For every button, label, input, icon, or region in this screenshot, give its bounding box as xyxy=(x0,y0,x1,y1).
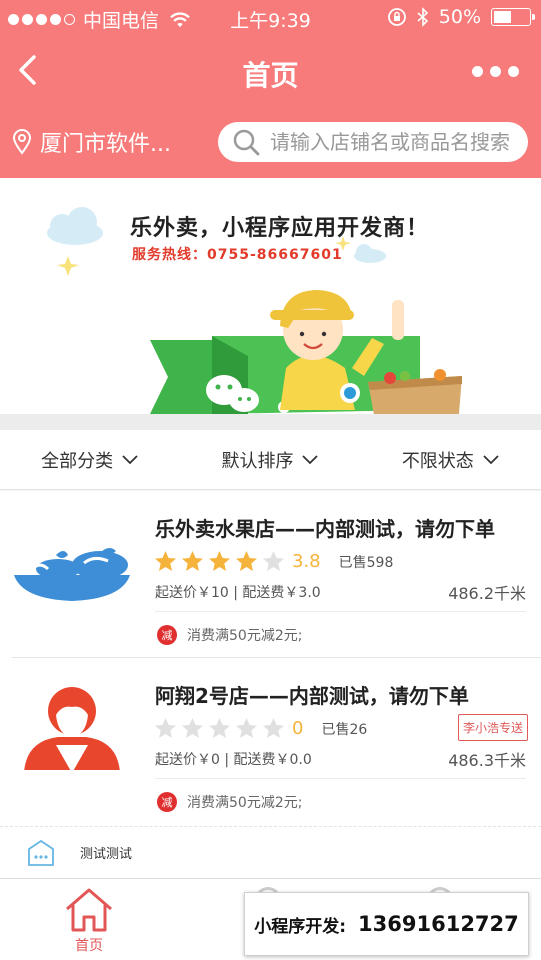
shop-card[interactable]: 阿翔2号店——内部测试，请勿下单 0 已售26 李小浩专送 起送价￥0 | 配送… xyxy=(0,658,541,826)
nav-bar: 首页 xyxy=(0,36,541,106)
tab-home-label: 首页 xyxy=(75,938,103,954)
rating-score: 0 xyxy=(292,718,304,739)
filter-label: 不限状态 xyxy=(401,450,474,472)
star-icon xyxy=(236,718,257,738)
contact-label: 小程序开发: xyxy=(254,916,347,937)
search-box[interactable] xyxy=(218,122,528,162)
avatar-icon xyxy=(24,687,120,770)
shop-icon xyxy=(28,839,54,866)
shop-promo: 减 消费满50元减2元; xyxy=(157,625,302,645)
discount-badge-icon: 减 xyxy=(157,625,177,645)
star-icon xyxy=(209,718,230,738)
sold-count: 已售26 xyxy=(321,721,368,738)
delivery-fees: 起送价￥0 | 配送费￥0.0 xyxy=(155,752,312,768)
location-label: 厦门市软件... xyxy=(40,132,171,157)
bluetooth-icon xyxy=(417,7,428,27)
notice-text: 测试测试 xyxy=(80,847,133,862)
promo-text: 消费满50元减2元; xyxy=(187,628,303,644)
star-icon xyxy=(182,551,203,571)
notice-row[interactable]: 测试测试 xyxy=(0,826,541,878)
divider xyxy=(155,778,526,779)
banner-floor xyxy=(0,414,541,430)
shop-name[interactable]: 乐外卖水果店——内部测试，请勿下单 xyxy=(155,513,495,542)
status-bar: 中国电信 上午9:39 50% xyxy=(0,0,541,36)
star-rating xyxy=(153,549,286,574)
shop-promo: 减 消费满50元减2元; xyxy=(157,792,302,812)
filter-sort[interactable]: 默认排序 xyxy=(180,430,360,489)
star-icon xyxy=(236,551,257,571)
contact-phone: 13691612727 xyxy=(358,912,519,936)
shop-card[interactable]: 乐外卖水果店——内部测试，请勿下单 3.8 已售598 起送价￥10 | 配送费… xyxy=(0,491,541,659)
developer-contact-box: 小程序开发: 13691612727 xyxy=(244,892,529,956)
chevron-down-icon xyxy=(302,454,319,464)
status-right: 50% xyxy=(387,6,535,28)
battery-percent: 50% xyxy=(438,6,481,28)
star-icon xyxy=(155,718,176,738)
search-input[interactable] xyxy=(270,130,520,154)
promo-text: 消费满50元减2元; xyxy=(187,795,303,811)
fruit-bowl-icon xyxy=(14,548,130,601)
star-icon xyxy=(209,551,230,571)
location-search-bar: 厦门市软件... xyxy=(0,106,541,178)
star-rating xyxy=(153,716,286,741)
rating-score: 3.8 xyxy=(292,551,321,572)
star-icon xyxy=(263,551,284,571)
delivery-fees: 起送价￥10 | 配送费￥3.0 xyxy=(155,585,321,601)
shop-distance: 486.3千米 xyxy=(448,751,526,770)
delivery-badge: 李小浩专送 xyxy=(457,714,528,741)
more-icon[interactable] xyxy=(472,66,519,77)
chevron-down-icon xyxy=(483,454,499,464)
search-icon xyxy=(233,129,260,156)
star-icon xyxy=(182,718,203,738)
filter-category[interactable]: 全部分类 xyxy=(0,430,180,489)
star-icon xyxy=(263,718,284,738)
location-pin-icon xyxy=(12,129,32,155)
filter-bar: 全部分类 默认排序 不限状态 xyxy=(0,430,541,490)
filter-label: 默认排序 xyxy=(221,450,294,472)
promo-banner[interactable]: 乐外卖，小程序应用开发商！ 服务热线：0755-86667601 xyxy=(0,178,541,430)
star-icon xyxy=(155,551,176,571)
page-title: 首页 xyxy=(242,59,299,92)
location-selector[interactable]: 厦门市软件... xyxy=(12,126,171,158)
banner-hotline: 服务热线：0755-86667601 xyxy=(132,247,343,263)
banner-headline: 乐外卖，小程序应用开发商！ xyxy=(130,216,430,241)
filter-status[interactable]: 不限状态 xyxy=(361,430,541,489)
tab-home[interactable]: 首页 xyxy=(60,887,118,955)
rotation-lock-icon xyxy=(387,8,406,26)
battery-icon xyxy=(491,8,535,26)
discount-badge-icon: 减 xyxy=(157,792,177,812)
shop-distance: 486.2千米 xyxy=(448,584,526,603)
shop-name[interactable]: 阿翔2号店——内部测试，请勿下单 xyxy=(155,680,469,709)
sold-count: 已售598 xyxy=(338,554,394,571)
chevron-down-icon xyxy=(122,454,138,464)
shop-rating: 3.8 已售598 xyxy=(153,549,393,574)
divider xyxy=(155,611,526,612)
shop-rating: 0 已售26 xyxy=(153,716,367,741)
home-icon xyxy=(66,888,112,932)
filter-label: 全部分类 xyxy=(41,450,114,472)
